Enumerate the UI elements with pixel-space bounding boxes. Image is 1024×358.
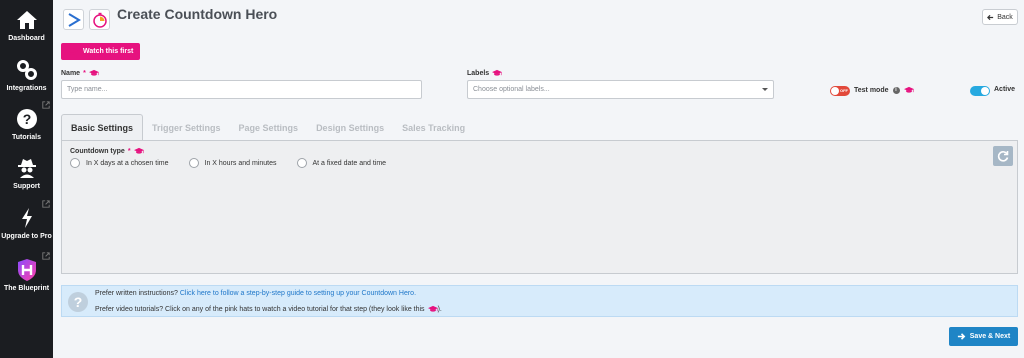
radio-circle[interactable] [188,158,199,168]
watch-label: Watch this first [83,48,134,55]
back-button[interactable]: Back [982,9,1018,25]
radio-circle[interactable] [70,158,80,168]
countdown-hero-icon [89,9,110,30]
name-input[interactable]: Type name... [61,80,422,99]
sidebar-item-dashboard[interactable]: Dashboard [0,0,53,48]
main-content: Create Countdown Hero Back Watch this fi… [53,0,1024,358]
name-label-text: Name [61,69,81,77]
sidebar-item-label: Upgrade to Pro [1,233,52,240]
labels-field-label: Labels [467,69,502,77]
sidebar-item-tutorials[interactable]: ? Tutorials [0,99,53,147]
name-input-placeholder: Type name... [67,86,108,93]
name-field-label: Name * [61,69,99,77]
tab-trigger-settings[interactable]: Trigger Settings [143,114,230,141]
active-toggle[interactable] [970,86,990,96]
sidebar-item-label: The Blueprint [3,285,50,292]
settings-tabs: Basic Settings Trigger Settings Page Set… [61,114,474,141]
external-link-icon [42,252,50,260]
svg-text:?: ? [22,111,31,127]
sidebar-item-label: Dashboard [8,35,45,42]
countdown-type-options: In X days at a chosen time In X hours an… [70,158,386,168]
sidebar-item-upgrade[interactable]: Upgrade to Pro [0,198,53,246]
radio-circle[interactable] [296,158,307,168]
radio-label: At a fixed date and time [312,159,387,167]
test-mode-label-group: Test mode i [854,86,914,94]
video-suffix: ). [437,305,442,313]
arrow-left-icon [987,14,994,20]
radio-days-at-time[interactable]: In X days at a chosen time [70,158,169,168]
video-tutorial-hat-icon[interactable] [492,69,502,77]
sidebar-item-integrations[interactable]: Integrations [0,50,53,98]
step-by-step-guide-link[interactable]: Click here to follow a step-by-step guid… [180,290,416,297]
sidebar: Dashboard Integrations ? Tutorials Suppo… [0,0,53,358]
required-mark: * [127,147,131,155]
spy-icon [16,156,38,180]
svg-text:?: ? [74,294,83,310]
radio-label: In X hours and minutes [204,159,277,167]
basic-settings-panel: Countdown type * In X days at a chosen t… [61,140,1018,274]
video-tutorials-line: Prefer video tutorials? Click on any of … [95,305,442,313]
video-tutorial-hat-icon[interactable] [134,147,144,155]
video-tutorial-hat-icon [428,305,438,313]
sidebar-item-label: Tutorials [11,134,42,141]
test-mode-label: Test mode [854,86,889,94]
radio-label: In X days at a chosen time [86,159,169,167]
tab-sales-tracking[interactable]: Sales Tracking [393,114,474,141]
labels-select-placeholder: Choose optional labels... [473,86,550,93]
sidebar-item-label: Integrations [6,85,47,92]
refresh-icon [997,151,1009,162]
video-tutorial-hat-icon[interactable] [89,69,99,77]
written-prefix: Prefer written instructions? [95,290,178,297]
active-label-group: Active [994,86,1015,93]
question-icon: ? [16,107,38,131]
sidebar-item-label: Support [13,183,40,190]
save-label: Save & Next [969,333,1011,340]
video-prefix: Prefer video tutorials? Click on any of … [95,305,425,313]
countdown-type-text: Countdown type [70,147,125,155]
back-label: Back [997,13,1013,21]
blueprint-shield-icon [16,258,38,282]
save-next-button[interactable]: Save & Next [949,327,1018,346]
arrow-right-icon [957,333,966,340]
test-mode-toggle[interactable]: OFF [830,86,850,96]
chevron-down-icon [762,88,768,91]
lightning-icon [20,206,34,230]
external-link-icon [42,101,50,109]
tab-design-settings[interactable]: Design Settings [307,114,393,141]
sidebar-item-blueprint[interactable]: The Blueprint [0,250,53,298]
tab-page-settings[interactable]: Page Settings [230,114,308,141]
graduation-hat-icon [66,47,78,56]
page-title: Create Countdown Hero [117,6,278,22]
link-icon [16,58,38,82]
tab-basic-settings[interactable]: Basic Settings [61,114,144,141]
video-tutorial-hat-icon[interactable] [904,86,914,94]
countdown-type-label: Countdown type * [70,147,144,155]
toggle-state-text: OFF [840,88,848,93]
written-instructions-line: Prefer written instructions? Click here … [95,290,416,297]
info-icon[interactable]: i [892,86,900,94]
external-link-icon [42,200,50,208]
home-icon [16,8,38,32]
active-label: Active [994,86,1016,93]
sidebar-item-support[interactable]: Support [0,148,53,196]
toggle-knob [831,87,839,95]
required-mark: * [83,69,86,77]
question-circle-icon: ? [68,292,88,312]
help-info-box: ? Prefer written instructions? Click her… [61,285,1018,317]
radio-hours-minutes[interactable]: In X hours and minutes [188,158,277,168]
toggle-knob [981,87,989,95]
app-logo-icon [63,9,84,30]
refresh-button[interactable] [993,146,1013,166]
radio-fixed-date[interactable]: At a fixed date and time [296,158,387,168]
watch-this-first-button[interactable]: Watch this first [61,43,140,60]
labels-label-text: Labels [467,69,490,77]
labels-select[interactable]: Choose optional labels... [467,80,774,99]
